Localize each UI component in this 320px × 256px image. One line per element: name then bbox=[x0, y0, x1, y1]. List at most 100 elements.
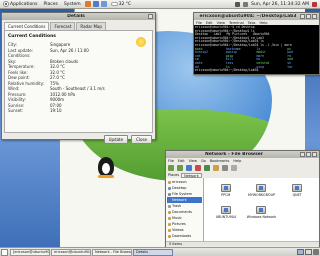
condition-label: Feels like: bbox=[8, 69, 28, 75]
tab-forecast[interactable]: Forecast bbox=[50, 22, 76, 30]
trash-icon[interactable] bbox=[313, 249, 319, 255]
condition-value: Sun, Apr 26 / 11:00 bbox=[50, 47, 89, 53]
network-item-label: QNET bbox=[292, 193, 302, 197]
sidebar-item-label: Network bbox=[172, 198, 187, 202]
workspace-1[interactable] bbox=[297, 249, 304, 255]
file-browser-menu-item[interactable]: Edit bbox=[178, 159, 185, 163]
taskbar-button-label: ericxson@ubuntu904: ~/... bbox=[54, 250, 91, 254]
stop-icon[interactable] bbox=[195, 164, 201, 171]
terminal-menu-item[interactable]: Terminal bbox=[229, 21, 244, 25]
terminal-lines: ericxson@ubuntu904:~$ cd Desktop ericxson… bbox=[195, 25, 318, 48]
network-computer-icon bbox=[220, 206, 231, 214]
condition-label: City: bbox=[8, 42, 17, 48]
places-dropdown[interactable]: Places bbox=[168, 173, 179, 177]
network-item[interactable]: QNET bbox=[279, 184, 315, 206]
sidebar-item-label: ericxson bbox=[172, 180, 187, 184]
mail-launcher-icon[interactable] bbox=[92, 1, 99, 7]
file-browser-menu-item[interactable]: Bookmarks bbox=[210, 159, 230, 163]
condition-label: Pressure: bbox=[8, 91, 27, 97]
cloud-icon bbox=[110, 2, 118, 6]
sidebar-item-label: Pictures bbox=[172, 222, 186, 226]
system-menu-label: System bbox=[63, 1, 81, 7]
file-browser-menu-item[interactable]: File bbox=[168, 159, 174, 163]
file-browser-titlebar[interactable]: Network - File Browser bbox=[166, 151, 319, 158]
condition-value: 1012.00 hPa bbox=[50, 91, 76, 97]
taskbar-button[interactable]: Network - File Browser bbox=[92, 248, 132, 256]
terminal-titlebar[interactable]: ericxson@ubuntu904: ~/Desktop/Lab3 bbox=[194, 13, 319, 20]
terminal-menu-item[interactable]: View bbox=[217, 21, 225, 25]
taskbar-button-label: Network - File Browser bbox=[95, 250, 132, 254]
sun-icon bbox=[136, 37, 146, 47]
condition-label: Sky: bbox=[8, 58, 17, 64]
terminal-menu-item[interactable]: Edit bbox=[206, 21, 213, 25]
terminal-menu-item[interactable]: Help bbox=[260, 21, 268, 25]
details-titlebar[interactable]: Details bbox=[2, 13, 155, 20]
tux-feet bbox=[98, 175, 114, 178]
taskbar-button-label: Details bbox=[136, 250, 149, 254]
condition-value: 07:00 bbox=[50, 102, 62, 108]
weather-details-window: Details Current Conditions Forecast Rada… bbox=[1, 12, 156, 144]
network-item[interactable]: UBUNTU904 bbox=[208, 206, 244, 228]
condition-value: Broken clouds bbox=[50, 58, 79, 64]
back-icon[interactable] bbox=[168, 164, 174, 171]
ls-entry: tar bbox=[287, 64, 293, 69]
minimize-icon[interactable] bbox=[300, 152, 305, 157]
close-button[interactable]: Close bbox=[131, 135, 152, 144]
folder-icon bbox=[168, 198, 171, 202]
close-icon[interactable] bbox=[312, 14, 317, 19]
workspace-2[interactable] bbox=[305, 249, 312, 255]
system-menu[interactable]: System bbox=[61, 0, 84, 9]
sidebar-item-label: Videos bbox=[172, 228, 184, 232]
places-sidebar: ericxson Desktop File System Network Trash Do… bbox=[166, 178, 204, 241]
sidebar-item[interactable]: Downloads bbox=[167, 233, 202, 239]
maximize-icon[interactable] bbox=[306, 14, 311, 19]
places-menu[interactable]: Places bbox=[41, 0, 61, 9]
location-button[interactable]: Network bbox=[181, 172, 202, 178]
power-icon[interactable] bbox=[312, 1, 317, 7]
show-desktop-icon[interactable] bbox=[1, 248, 8, 256]
update-button[interactable]: Update bbox=[103, 135, 129, 144]
network-icon[interactable] bbox=[235, 1, 241, 7]
home-icon[interactable] bbox=[213, 164, 219, 171]
help-launcher-icon[interactable] bbox=[100, 1, 107, 7]
forward-icon[interactable] bbox=[177, 164, 183, 171]
terminal-menu-item[interactable]: File bbox=[196, 21, 202, 25]
sidebar-item-label: Desktop bbox=[172, 186, 187, 190]
computer-icon[interactable] bbox=[222, 164, 228, 171]
minimize-icon[interactable] bbox=[300, 14, 305, 19]
terminal-menu-item[interactable]: Tabs bbox=[248, 21, 256, 25]
file-browser-menu-item[interactable]: Help bbox=[233, 159, 241, 163]
condition-value: Singapore bbox=[50, 42, 71, 48]
up-icon[interactable] bbox=[186, 164, 192, 171]
folder-icon bbox=[168, 222, 171, 226]
sidebar-item-label: Documents bbox=[172, 210, 192, 214]
status-bar: 5 items bbox=[166, 241, 319, 246]
taskbar-button[interactable]: [ericxson@ubuntu904: ...] bbox=[10, 248, 50, 256]
file-browser-menu-item[interactable]: View bbox=[189, 159, 197, 163]
taskbar-button[interactable]: ericxson@ubuntu904: ~/... bbox=[51, 248, 91, 256]
network-items: PPCM MYWORKGROUP QNET UBUNTU904 Windows Netw… bbox=[204, 178, 319, 241]
network-computer-icon bbox=[256, 206, 267, 214]
clock[interactable]: Sun, Apr 26, 11:34:32 AM bbox=[251, 0, 309, 9]
conditions-table: City: Singapore Last update: Sun, Apr 26 / … bbox=[8, 42, 149, 114]
reload-icon[interactable] bbox=[204, 164, 210, 171]
weather-applet[interactable]: 32 °C bbox=[108, 0, 135, 9]
condition-label: Dew point: bbox=[8, 75, 30, 81]
close-icon[interactable] bbox=[148, 14, 153, 19]
network-item[interactable]: Windows Network bbox=[244, 206, 280, 228]
search-icon[interactable] bbox=[231, 164, 237, 171]
tab-current-conditions[interactable]: Current Conditions bbox=[4, 22, 50, 30]
taskbar-button[interactable]: Details bbox=[133, 248, 173, 256]
volume-icon[interactable] bbox=[243, 1, 249, 7]
terminal-output[interactable]: ericxson@ubuntu904:~$ cd Desktop ericxson… bbox=[194, 25, 319, 74]
places-menu-label: Places bbox=[43, 1, 58, 7]
tab-radar-map[interactable]: Radar Map bbox=[76, 22, 106, 30]
file-browser-menu-item[interactable]: Go bbox=[201, 159, 206, 163]
close-icon[interactable] bbox=[312, 152, 317, 157]
firefox-launcher-icon[interactable] bbox=[84, 1, 91, 7]
applications-menu[interactable]: Applications bbox=[0, 0, 41, 9]
network-item[interactable]: PPCM bbox=[208, 184, 244, 206]
maximize-icon[interactable] bbox=[306, 152, 311, 157]
network-item[interactable]: MYWORKGROUP bbox=[244, 184, 280, 206]
condition-value: 32.0 °C bbox=[50, 69, 65, 75]
